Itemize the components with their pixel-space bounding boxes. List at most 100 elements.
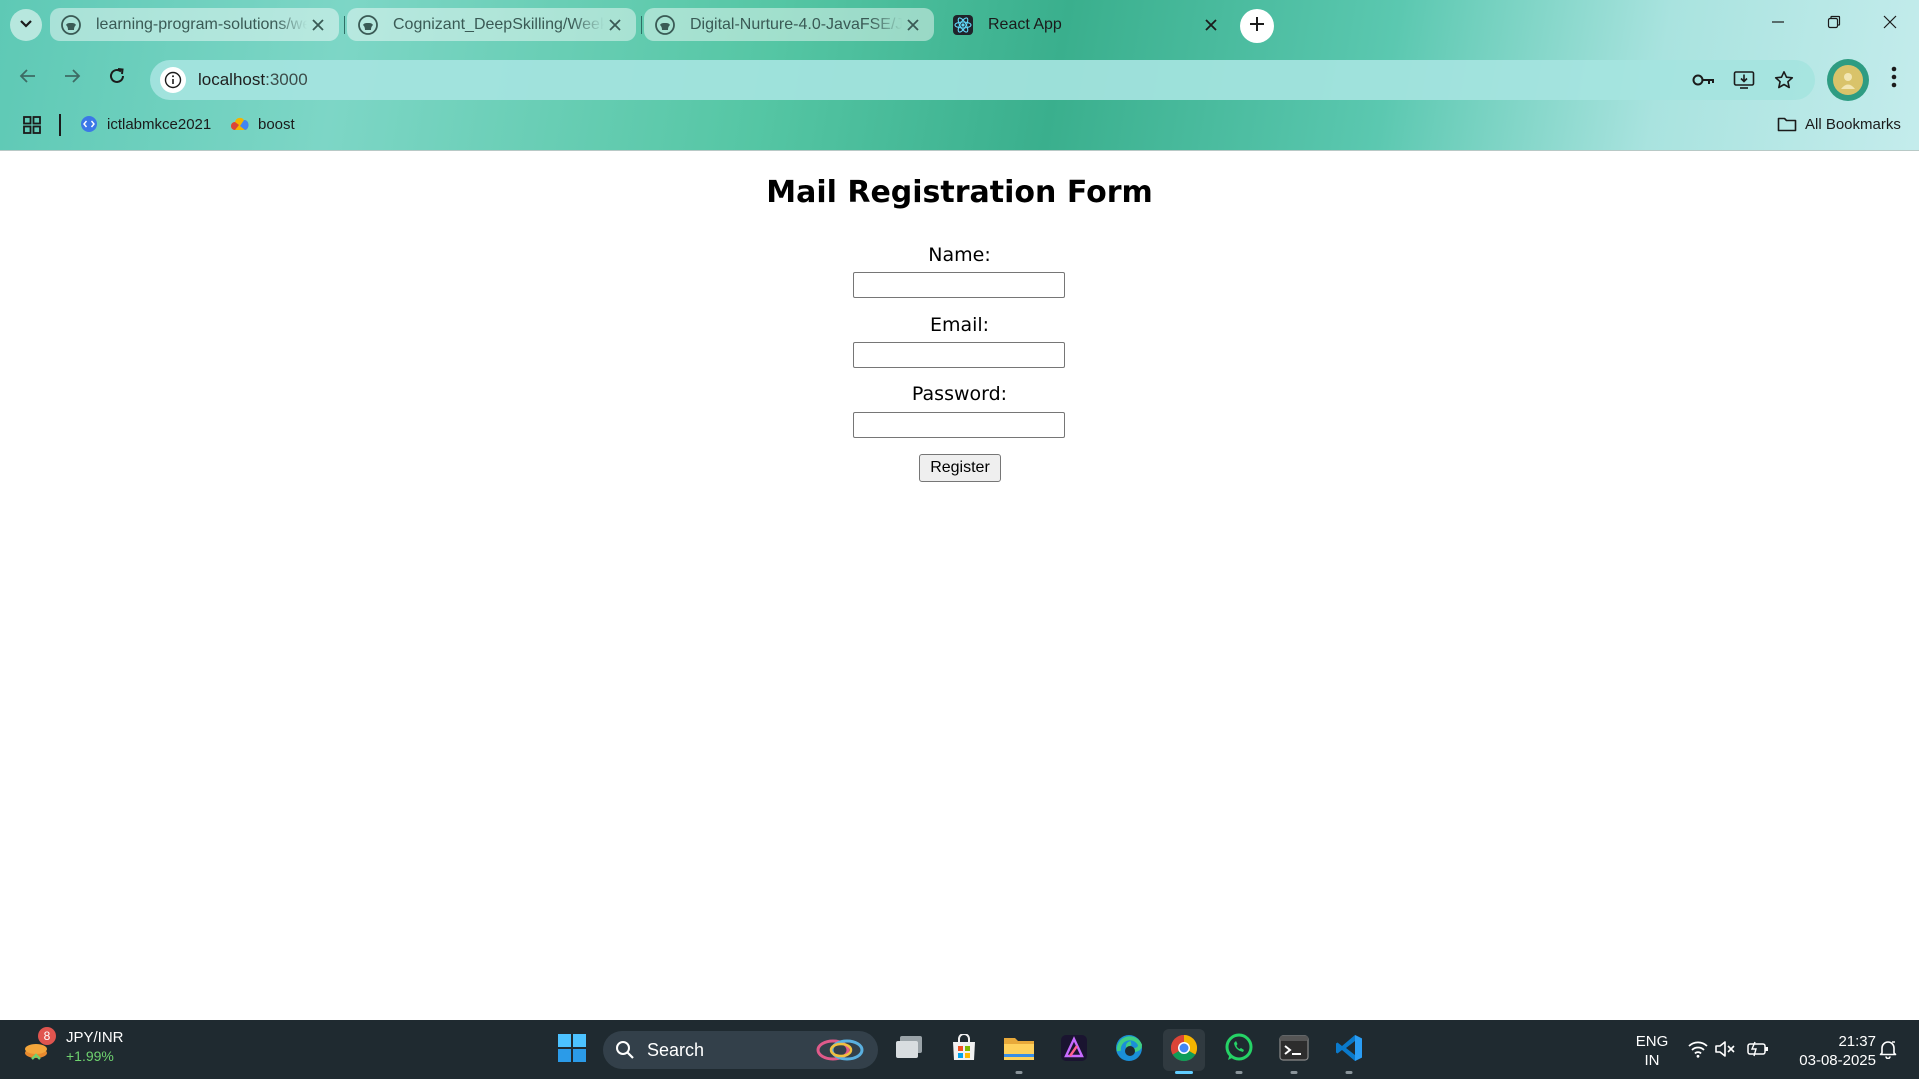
task-view-button[interactable] xyxy=(888,1029,930,1071)
volume-muted-icon[interactable] xyxy=(1714,1038,1736,1060)
all-bookmarks-label: All Bookmarks xyxy=(1805,115,1901,133)
close-window-button[interactable] xyxy=(1862,0,1918,48)
browser-chrome: learning-program-solutions/we Cognizant_… xyxy=(0,0,1919,151)
search-highlight-icon xyxy=(815,1037,867,1068)
terminal-button[interactable] xyxy=(1273,1029,1315,1074)
tab-learning-program-solutions[interactable]: learning-program-solutions/we xyxy=(50,8,339,41)
bookmark-label: boost xyxy=(258,115,295,133)
reload-button[interactable] xyxy=(101,62,133,94)
language-indicator[interactable]: ENG IN xyxy=(1627,1032,1677,1070)
close-icon xyxy=(1883,15,1897,34)
bookmark-boost[interactable]: boost xyxy=(230,114,295,134)
clock-time: 21:37 xyxy=(1838,1033,1876,1050)
close-icon[interactable] xyxy=(902,14,924,36)
forward-button[interactable] xyxy=(56,62,88,94)
all-bookmarks-button[interactable]: All Bookmarks xyxy=(1777,114,1901,134)
affinity-button[interactable] xyxy=(1053,1029,1095,1071)
tab-separator xyxy=(344,16,345,34)
currency-widget-icon: 8 xyxy=(22,1027,56,1063)
new-tab-button[interactable] xyxy=(1240,9,1274,43)
weather-widget[interactable]: 8 JPY/INR +1.99% xyxy=(22,1027,124,1066)
avatar-icon xyxy=(1833,65,1863,95)
browser-menu-button[interactable] xyxy=(1880,62,1908,96)
folder-icon xyxy=(1003,1035,1035,1066)
restore-button[interactable] xyxy=(1806,0,1862,48)
language-line2: IN xyxy=(1644,1052,1660,1069)
tab-react-app[interactable]: React App xyxy=(942,8,1232,41)
edge-button[interactable] xyxy=(1108,1029,1150,1071)
running-indicator xyxy=(1235,1071,1243,1074)
bookmark-divider xyxy=(59,114,61,136)
apps-button[interactable] xyxy=(22,115,42,135)
chrome-button[interactable] xyxy=(1163,1029,1205,1074)
minimize-button[interactable] xyxy=(1750,0,1806,48)
microsoft-store-icon xyxy=(950,1032,978,1067)
address-url[interactable]: localhost:3000 xyxy=(198,70,308,90)
running-indicator xyxy=(1015,1071,1023,1074)
close-icon[interactable] xyxy=(1200,14,1222,36)
chevron-down-icon xyxy=(19,16,33,35)
notification-bell-icon[interactable] xyxy=(1877,1038,1899,1060)
search-label: Search xyxy=(647,1039,705,1060)
more-vertical-icon xyxy=(1891,66,1897,93)
github-icon xyxy=(60,14,82,36)
register-button[interactable]: Register xyxy=(919,454,1001,482)
password-key-icon[interactable] xyxy=(1690,66,1718,94)
github-icon xyxy=(654,14,676,36)
file-explorer-icon xyxy=(894,1035,924,1066)
start-button[interactable] xyxy=(551,1029,593,1071)
taskbar-search[interactable]: Search xyxy=(603,1031,878,1069)
site-info-icon[interactable] xyxy=(160,67,186,93)
clock[interactable]: 21:37 03-08-2025 xyxy=(1780,1032,1876,1070)
affinity-icon xyxy=(1060,1034,1088,1067)
star-icon[interactable] xyxy=(1770,66,1798,94)
tab-title: learning-program-solutions/we xyxy=(96,15,307,33)
reload-icon xyxy=(108,67,126,90)
name-input[interactable] xyxy=(853,272,1065,298)
close-icon[interactable] xyxy=(604,14,626,36)
minimize-icon xyxy=(1771,15,1785,34)
tab-digital-nurture[interactable]: Digital-Nurture-4.0-JavaFSE/Jav xyxy=(644,8,934,41)
edge-icon xyxy=(1114,1033,1144,1068)
microsoft-store-button[interactable] xyxy=(943,1029,985,1071)
address-bar[interactable]: localhost:3000 xyxy=(150,60,1815,100)
back-button[interactable] xyxy=(12,62,44,94)
bookmarks-bar: ictlabmkce2021 boost All Bookmarks xyxy=(0,110,1919,140)
whatsapp-icon xyxy=(1224,1033,1254,1068)
vscode-icon xyxy=(1334,1033,1364,1068)
search-icon xyxy=(615,1040,635,1060)
bookmark-ictlabmkce2021[interactable]: ictlabmkce2021 xyxy=(79,114,211,134)
tab-search-button[interactable] xyxy=(10,9,42,41)
notification-badge: 8 xyxy=(38,1027,56,1045)
whatsapp-button[interactable] xyxy=(1218,1029,1260,1074)
github-icon xyxy=(357,14,379,36)
tab-separator xyxy=(641,16,642,34)
file-explorer-button[interactable] xyxy=(998,1029,1040,1074)
tab-title: Digital-Nurture-4.0-JavaFSE/Jav xyxy=(690,15,902,33)
running-indicator xyxy=(1345,1071,1353,1074)
react-icon xyxy=(952,14,974,36)
tab-cognizant-deepskilling[interactable]: Cognizant_DeepSkilling/Week_ xyxy=(347,8,636,41)
close-icon[interactable] xyxy=(307,14,329,36)
arrow-right-icon xyxy=(63,67,81,90)
url-host: localhost xyxy=(198,70,266,89)
install-app-icon[interactable] xyxy=(1730,66,1758,94)
email-input[interactable] xyxy=(853,342,1065,368)
page-viewport: Mail Registration Form Name: Email: Pass… xyxy=(0,151,1919,1019)
wifi-icon[interactable] xyxy=(1687,1038,1709,1060)
profile-avatar[interactable] xyxy=(1827,59,1869,101)
widget-change: +1.99% xyxy=(66,1048,114,1064)
restore-icon xyxy=(1827,15,1841,34)
battery-icon[interactable] xyxy=(1747,1038,1769,1060)
bookmark-label: ictlabmkce2021 xyxy=(107,115,212,133)
form-title: Mail Registration Form xyxy=(766,175,1153,210)
language-line1: ENG xyxy=(1635,1033,1669,1050)
code-icon xyxy=(79,114,99,134)
tab-title: Cognizant_DeepSkilling/Week_ xyxy=(393,15,604,33)
widget-title: JPY/INR xyxy=(66,1029,124,1046)
password-input[interactable] xyxy=(853,412,1065,438)
running-indicator xyxy=(1290,1071,1298,1074)
clock-date: 03-08-2025 xyxy=(1799,1052,1876,1069)
vscode-button[interactable] xyxy=(1328,1029,1370,1074)
cloud-icon xyxy=(230,114,250,134)
